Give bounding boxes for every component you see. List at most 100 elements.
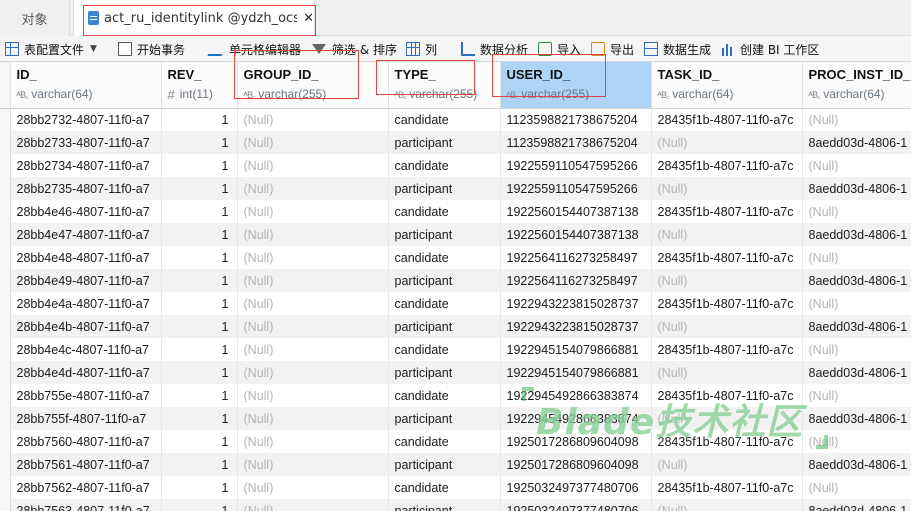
cell-task-id[interactable]: (Null) [651,361,803,384]
cell-task-id[interactable]: 28435f1b-4807-11f0-a7c [651,476,803,499]
cell-user-id[interactable]: 1922945492866383874 [500,384,652,407]
column-header-id[interactable]: ID_ ᴬB꜀ varchar(64) [10,62,162,109]
cell-id[interactable]: 28bb4e49-4807-11f0-a7 [10,269,162,292]
cell-id[interactable]: 28bb7562-4807-11f0-a7 [10,476,162,499]
cell-user-id[interactable]: 1922559110547595266 [500,154,652,177]
cell-rev[interactable]: 1 [161,177,238,200]
cell-proc-inst-id[interactable]: (Null) [802,476,911,499]
table-row[interactable]: 28bb7560-4807-11f0-a7 1 (Null) candidate 192… [0,430,911,453]
table-row[interactable]: 28bb2734-4807-11f0-a7 1 (Null) candidate 192… [0,154,911,177]
row-gutter[interactable] [0,292,11,315]
row-gutter[interactable] [0,246,11,269]
cell-type[interactable]: participant [388,269,501,292]
cell-user-id[interactable]: 1925032497377480706 [500,499,652,511]
table-row[interactable]: 28bb2732-4807-11f0-a7 1 (Null) candidate 112… [0,108,911,131]
cell-type[interactable]: participant [388,499,501,511]
cell-group-id[interactable]: (Null) [237,177,389,200]
cell-id[interactable]: 28bb2732-4807-11f0-a7 [10,108,162,131]
row-gutter[interactable] [0,269,11,292]
cell-proc-inst-id[interactable]: (Null) [802,430,911,453]
table-row[interactable]: 28bb4e4a-4807-11f0-a7 1 (Null) candidate 192… [0,292,911,315]
cell-proc-inst-id[interactable]: 8aedd03d-4806-1 [802,453,911,476]
cell-type[interactable]: participant [388,223,501,246]
cell-rev[interactable]: 1 [161,154,238,177]
cell-rev[interactable]: 1 [161,430,238,453]
cell-type[interactable]: candidate [388,154,501,177]
cell-group-id[interactable]: (Null) [237,361,389,384]
cell-type[interactable]: candidate [388,476,501,499]
cell-rev[interactable]: 1 [161,108,238,131]
cell-task-id[interactable]: 28435f1b-4807-11f0-a7c [651,108,803,131]
cell-task-id[interactable]: 28435f1b-4807-11f0-a7c [651,246,803,269]
table-row[interactable]: 28bb4e47-4807-11f0-a7 1 (Null) participant 1… [0,223,911,246]
tab-objects[interactable]: 对象 [0,0,70,36]
cell-type[interactable]: candidate [388,200,501,223]
row-gutter[interactable] [0,131,11,154]
cell-group-id[interactable]: (Null) [237,246,389,269]
cell-type[interactable]: candidate [388,246,501,269]
cell-task-id[interactable]: 28435f1b-4807-11f0-a7c [651,430,803,453]
cell-user-id[interactable]: 1922559110547595266 [500,177,652,200]
cell-type[interactable]: participant [388,315,501,338]
cell-type[interactable]: participant [388,361,501,384]
cell-id[interactable]: 28bb4e4a-4807-11f0-a7 [10,292,162,315]
data-grid[interactable]: ID_ ᴬB꜀ varchar(64) REV_ # int(11) GROUP_I… [0,62,911,511]
data-generation-button[interactable]: 数据生成 [644,36,711,62]
cell-group-id[interactable]: (Null) [237,223,389,246]
cell-group-id[interactable]: (Null) [237,131,389,154]
cell-group-id[interactable]: (Null) [237,292,389,315]
cell-proc-inst-id[interactable]: (Null) [802,200,911,223]
row-gutter[interactable] [0,430,11,453]
cell-proc-inst-id[interactable]: (Null) [802,246,911,269]
cell-id[interactable]: 28bb7560-4807-11f0-a7 [10,430,162,453]
cell-type[interactable]: candidate [388,338,501,361]
cell-task-id[interactable]: (Null) [651,315,803,338]
cell-user-id[interactable]: 1922560154407387138 [500,223,652,246]
cell-id[interactable]: 28bb755f-4807-11f0-a7 [10,407,162,430]
table-row[interactable]: 28bb4e48-4807-11f0-a7 1 (Null) candidate 192… [0,246,911,269]
cell-rev[interactable]: 1 [161,246,238,269]
cell-proc-inst-id[interactable]: (Null) [802,154,911,177]
cell-proc-inst-id[interactable]: 8aedd03d-4806-1 [802,131,911,154]
row-gutter[interactable] [0,315,11,338]
cell-task-id[interactable]: 28435f1b-4807-11f0-a7c [651,200,803,223]
cell-type[interactable]: candidate [388,292,501,315]
row-gutter[interactable] [0,453,11,476]
cell-group-id[interactable]: (Null) [237,407,389,430]
column-header-rev[interactable]: REV_ # int(11) [161,62,238,109]
cell-user-id[interactable]: 1925032497377480706 [500,476,652,499]
cell-proc-inst-id[interactable]: (Null) [802,108,911,131]
cell-id[interactable]: 28bb2735-4807-11f0-a7 [10,177,162,200]
row-gutter[interactable] [0,407,11,430]
cell-user-id[interactable]: 1922945154079866881 [500,361,652,384]
cell-id[interactable]: 28bb4e4c-4807-11f0-a7 [10,338,162,361]
begin-transaction-button[interactable]: 开始事务 [118,36,185,62]
table-row[interactable]: 28bb7562-4807-11f0-a7 1 (Null) candidate 192… [0,476,911,499]
row-gutter[interactable] [0,200,11,223]
cell-id[interactable]: 28bb4e4d-4807-11f0-a7 [10,361,162,384]
cell-rev[interactable]: 1 [161,476,238,499]
table-row[interactable]: 28bb4e46-4807-11f0-a7 1 (Null) candidate 192… [0,200,911,223]
cell-task-id[interactable]: (Null) [651,223,803,246]
cell-user-id[interactable]: 1922560154407387138 [500,200,652,223]
column-header-proc-inst-id[interactable]: PROC_INST_ID_ ᴬB꜀ varchar(64) [802,62,911,109]
cell-task-id[interactable]: 28435f1b-4807-11f0-a7c [651,154,803,177]
cell-rev[interactable]: 1 [161,384,238,407]
table-row[interactable]: 28bb2735-4807-11f0-a7 1 (Null) participant 1… [0,177,911,200]
cell-rev[interactable]: 1 [161,453,238,476]
cell-id[interactable]: 28bb4e46-4807-11f0-a7 [10,200,162,223]
cell-group-id[interactable]: (Null) [237,154,389,177]
tab-table-data[interactable]: act_ru_identitylink @ydzh_ocss_bas... ✕ [73,0,315,36]
cell-group-id[interactable]: (Null) [237,108,389,131]
cell-rev[interactable]: 1 [161,223,238,246]
export-button[interactable]: 导出 [591,36,634,62]
table-row[interactable]: 28bb4e49-4807-11f0-a7 1 (Null) participant 1… [0,269,911,292]
cell-id[interactable]: 28bb4e48-4807-11f0-a7 [10,246,162,269]
row-gutter[interactable] [0,177,11,200]
row-gutter[interactable] [0,361,11,384]
cell-type[interactable]: candidate [388,108,501,131]
row-gutter[interactable] [0,154,11,177]
row-gutter[interactable] [0,499,11,511]
cell-id[interactable]: 28bb2733-4807-11f0-a7 [10,131,162,154]
cell-proc-inst-id[interactable]: 8aedd03d-4806-1 [802,223,911,246]
